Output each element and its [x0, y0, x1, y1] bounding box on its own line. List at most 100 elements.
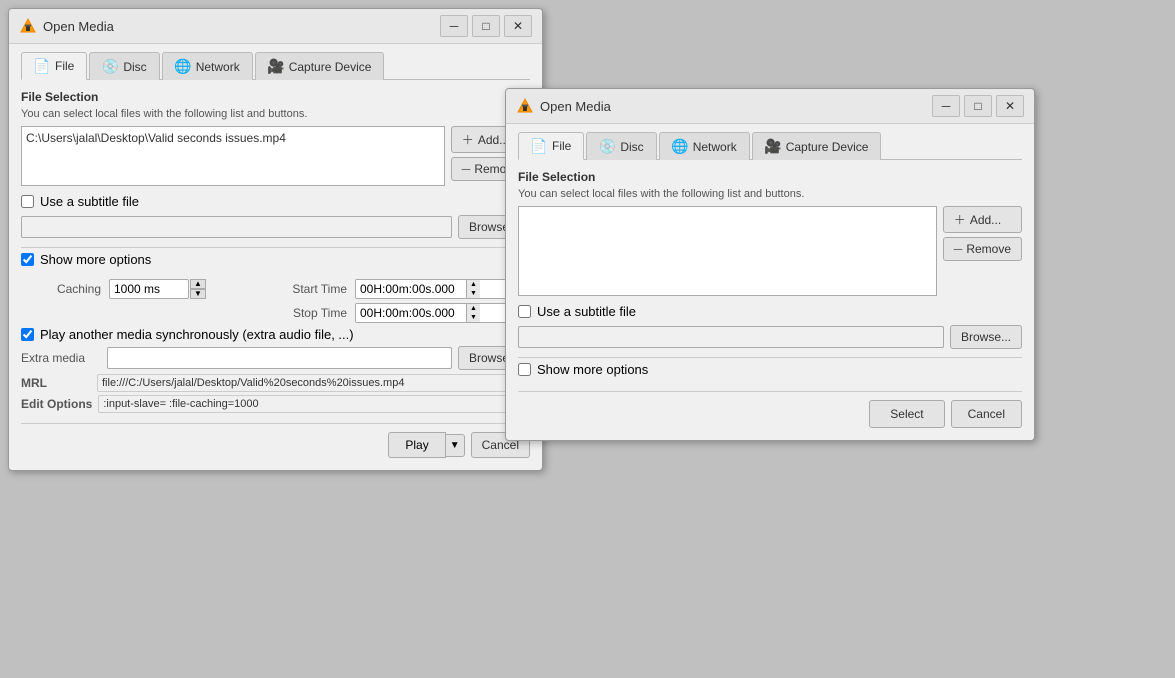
close-btn-2[interactable]: ✕: [996, 95, 1024, 117]
subtitle-row-1: Browse...: [21, 215, 530, 239]
file-list-1[interactable]: C:\Users\jalal\Desktop\Valid seconds iss…: [21, 126, 445, 186]
window2-title: Open Media: [540, 99, 932, 114]
add-icon-1: ＋: [462, 131, 474, 148]
vlc-icon-2: [516, 97, 534, 115]
file-selection-desc-1: You can select local files with the foll…: [21, 108, 530, 120]
select-btn-2[interactable]: Select: [869, 400, 944, 428]
play-btn-1[interactable]: Play: [388, 432, 445, 458]
subtitle-checkbox-2[interactable]: [518, 305, 531, 318]
tab-network-label-2: Network: [693, 140, 737, 154]
extra-media-input-1[interactable]: [107, 347, 452, 369]
disc-icon-1: 💿: [102, 59, 118, 75]
caching-input-1[interactable]: [109, 279, 189, 299]
mrl-label-1: MRL: [21, 376, 91, 390]
start-time-field-1: ▲ ▼: [355, 279, 515, 299]
file-list-2[interactable]: [518, 206, 937, 296]
subtitle-input-2[interactable]: [518, 326, 944, 348]
mrl-row-1: MRL file:///C:/Users/jalal/Desktop/Valid…: [21, 374, 530, 392]
start-time-input-1[interactable]: [356, 280, 466, 298]
stop-time-input-1[interactable]: [356, 304, 466, 322]
tab-network-label-1: Network: [196, 60, 240, 74]
edit-options-label-1: Edit Options: [21, 397, 92, 411]
tab-disc-label-2: Disc: [620, 140, 643, 154]
tab-bar-2: 📄 File 💿 Disc 🌐 Network 🎥 Capture Device: [518, 132, 1022, 160]
tab-capture-2[interactable]: 🎥 Capture Device: [752, 132, 882, 160]
tab-file-1[interactable]: 📄 File: [21, 52, 87, 80]
play-dropdown-btn-1[interactable]: ▼: [446, 434, 465, 457]
subtitle-check-label-1[interactable]: Use a subtitle file: [40, 194, 139, 209]
file-list-area-1: C:\Users\jalal\Desktop\Valid seconds iss…: [21, 126, 530, 186]
tab-capture-label-2: Capture Device: [786, 140, 869, 154]
caching-spinners-1: ▲ ▼: [190, 279, 206, 299]
close-btn-1[interactable]: ✕: [504, 15, 532, 37]
stop-time-label-1: Stop Time: [247, 306, 347, 320]
play-another-checkbox-1[interactable]: [21, 328, 34, 341]
file-icon-1: 📄: [34, 58, 50, 74]
tab-file-2[interactable]: 📄 File: [518, 132, 584, 160]
file-list-value-1: C:\Users\jalal\Desktop\Valid seconds iss…: [26, 131, 286, 145]
titlebar-1: Open Media ─ □ ✕: [9, 9, 542, 44]
tab-network-2[interactable]: 🌐 Network: [659, 132, 750, 160]
show-more-checkbox-1[interactable]: [21, 253, 34, 266]
show-more-label-2[interactable]: Show more options: [537, 362, 648, 377]
minimize-btn-2[interactable]: ─: [932, 95, 960, 117]
tab-bar-1: 📄 File 💿 Disc 🌐 Network 🎥 Capture Device: [21, 52, 530, 80]
subtitle-checkbox-1[interactable]: [21, 195, 34, 208]
disc-icon-2: 💿: [599, 139, 615, 155]
edit-options-row-1: Edit Options :input-slave= :file-caching…: [21, 395, 530, 413]
cancel-btn-2[interactable]: Cancel: [951, 400, 1022, 428]
tab-file-label-2: File: [552, 139, 571, 153]
start-time-down-1[interactable]: ▼: [466, 289, 480, 298]
subtitle-input-1[interactable]: [21, 216, 452, 238]
start-time-up-1[interactable]: ▲: [466, 280, 480, 289]
extra-media-label-1: Extra media: [21, 351, 101, 365]
vlc-icon-1: [19, 17, 37, 35]
show-more-label-1[interactable]: Show more options: [40, 252, 151, 267]
stop-time-spinners-1: ▲ ▼: [466, 304, 480, 322]
mrl-value-1: file:///C:/Users/jalal/Desktop/Valid%20s…: [97, 374, 530, 392]
show-more-row-1: Show more options: [21, 247, 530, 271]
remove-btn-2[interactable]: ─ Remove: [943, 237, 1022, 261]
show-more-checkbox-2[interactable]: [518, 363, 531, 376]
start-time-spinners-1: ▲ ▼: [466, 280, 480, 298]
tab-disc-1[interactable]: 💿 Disc: [89, 52, 159, 80]
tab-disc-label-1: Disc: [123, 60, 146, 74]
file-list-buttons-2: ＋ Add... ─ Remove: [943, 206, 1022, 296]
caching-up-1[interactable]: ▲: [190, 279, 206, 289]
capture-icon-2: 🎥: [765, 139, 781, 155]
browse-subtitle-label-2: Browse...: [961, 330, 1011, 344]
tab-disc-2[interactable]: 💿 Disc: [586, 132, 656, 160]
stop-time-field-1: ▲ ▼: [355, 303, 515, 323]
caching-field-1: ▲ ▼: [109, 279, 239, 299]
capture-icon-1: 🎥: [268, 59, 284, 75]
play-another-label-1[interactable]: Play another media synchronously (extra …: [40, 327, 354, 342]
network-icon-2: 🌐: [672, 139, 688, 155]
window2-content: 📄 File 💿 Disc 🌐 Network 🎥 Capture Device…: [506, 124, 1034, 440]
stop-time-down-1[interactable]: ▼: [466, 313, 480, 322]
remove-icon-2: ─: [954, 242, 963, 256]
add-btn-2[interactable]: ＋ Add...: [943, 206, 1022, 233]
browse-subtitle-btn-2[interactable]: Browse...: [950, 325, 1022, 349]
remove-label-2: Remove: [966, 242, 1011, 256]
network-icon-1: 🌐: [175, 59, 191, 75]
minimize-btn-1[interactable]: ─: [440, 15, 468, 37]
remove-icon-1: ─: [462, 162, 471, 176]
file-selection-desc-2: You can select local files with the foll…: [518, 188, 1022, 200]
subtitle-check-row-1: Use a subtitle file: [21, 194, 530, 209]
window2: Open Media ─ □ ✕ 📄 File 💿 Disc 🌐 Network…: [505, 88, 1035, 441]
tab-capture-1[interactable]: 🎥 Capture Device: [255, 52, 385, 80]
subtitle-check-label-2[interactable]: Use a subtitle file: [537, 304, 636, 319]
play-btn-group-1: Play ▼: [388, 432, 464, 458]
window2-controls: ─ □ ✕: [932, 95, 1024, 117]
stop-time-up-1[interactable]: ▲: [466, 304, 480, 313]
window1: Open Media ─ □ ✕ 📄 File 💿 Disc 🌐 Network…: [8, 8, 543, 471]
bottom-bar-2: Select Cancel: [518, 391, 1022, 428]
caching-down-1[interactable]: ▼: [190, 289, 206, 299]
titlebar-2: Open Media ─ □ ✕: [506, 89, 1034, 124]
tab-network-1[interactable]: 🌐 Network: [162, 52, 253, 80]
bottom-bar-1: Play ▼ Cancel: [21, 423, 530, 458]
maximize-btn-2[interactable]: □: [964, 95, 992, 117]
file-list-area-2: ＋ Add... ─ Remove: [518, 206, 1022, 296]
maximize-btn-1[interactable]: □: [472, 15, 500, 37]
edit-options-value-1: :input-slave= :file-caching=1000: [98, 395, 530, 413]
